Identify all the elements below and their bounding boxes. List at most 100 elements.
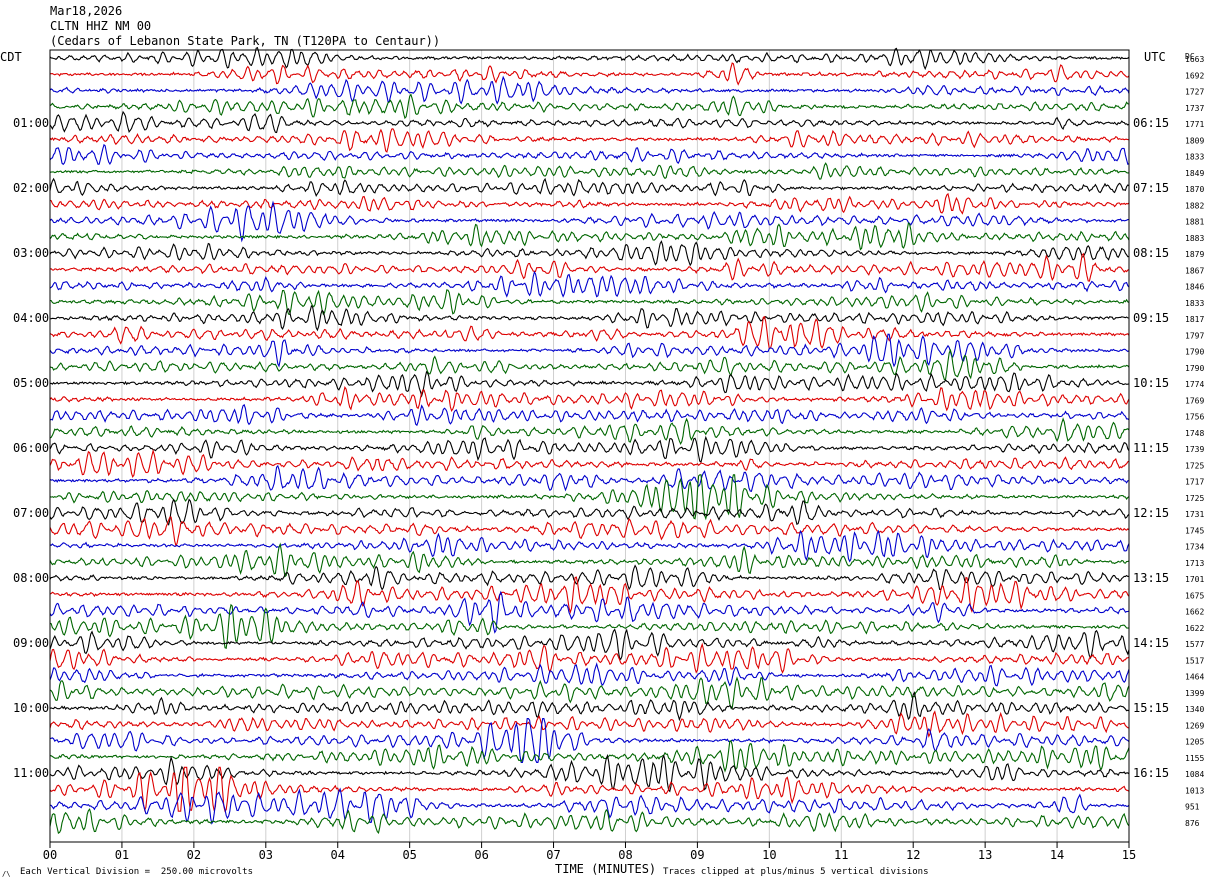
left-hour-label: 03:00	[13, 246, 49, 260]
x-tick-label: 11	[834, 848, 848, 862]
dc-offset-label: 1849	[1185, 169, 1204, 178]
dc-offset-label: 1731	[1185, 510, 1204, 519]
dc-offset-label: 1790	[1185, 364, 1204, 373]
dc-offset-label: 1269	[1185, 721, 1204, 730]
trace-line	[49, 808, 1130, 835]
x-axis-title: TIME (MINUTES)	[555, 862, 657, 876]
x-tick-label: 14	[1050, 848, 1064, 862]
x-axis-ticks: 00 01 02 03 04 05 06 07 08 09 10 11 12 13 14 15	[43, 842, 1136, 862]
dc-offset-label: 1870	[1185, 185, 1204, 194]
trace-line	[49, 435, 1130, 463]
x-tick-label: 02	[187, 848, 201, 862]
trace-line	[49, 200, 1130, 243]
trace-line	[49, 448, 1130, 478]
helicorder-plot: 00 01 02 03 04 05 06 07 08 09 10 11 12 13 14 15 01:00 02…	[13, 46, 1204, 862]
right-hour-label: 14:15	[1133, 636, 1169, 650]
dc-offset-label: 1833	[1185, 153, 1204, 162]
x-tick-label: 12	[906, 848, 920, 862]
dc-offset-label: 1748	[1185, 429, 1204, 438]
footer-mark: /\	[2, 870, 11, 878]
dc-offset-label: 1790	[1185, 348, 1204, 357]
trace-line	[49, 710, 1130, 738]
dc-offset-label: 1517	[1185, 656, 1204, 665]
trace-line	[49, 240, 1130, 267]
dc-offset-label: 1867	[1185, 266, 1204, 275]
x-tick-label: 13	[978, 848, 992, 862]
trace-line	[49, 348, 1130, 381]
dc-offset-label: 1713	[1185, 559, 1204, 568]
left-hour-label: 02:00	[13, 181, 49, 195]
dc-offset-label: 1155	[1185, 754, 1204, 763]
x-tick-label: 10	[762, 848, 776, 862]
dc-offset-label: 1771	[1185, 120, 1204, 129]
trace-line	[49, 498, 1130, 526]
right-hour-label: 15:15	[1133, 701, 1169, 715]
right-hour-label: 07:15	[1133, 181, 1169, 195]
trace-line	[49, 128, 1130, 153]
dc-offset-label: 1013	[1185, 786, 1204, 795]
left-hour-label: 01:00	[13, 116, 49, 130]
left-hour-label: 08:00	[13, 571, 49, 585]
dc-offset-label: 1725	[1185, 494, 1204, 503]
trace-line	[49, 270, 1130, 298]
trace-line	[49, 403, 1130, 427]
right-hour-label: 11:15	[1133, 441, 1169, 455]
trace-line	[49, 676, 1130, 709]
trace-line	[49, 385, 1130, 413]
trace-line	[49, 75, 1130, 105]
trace-line	[49, 110, 1130, 134]
trace-line	[49, 162, 1129, 180]
dc-column-label: DC	[1185, 52, 1195, 61]
dc-offset-label: 1622	[1185, 624, 1204, 633]
right-hour-label: 16:15	[1133, 766, 1169, 780]
dc-offset-label: 1675	[1185, 591, 1204, 600]
right-hour-label: 13:15	[1133, 571, 1169, 585]
x-tick-label: 07	[546, 848, 560, 862]
trace-line	[49, 542, 1130, 578]
dc-offset-label: 951	[1185, 803, 1200, 812]
dc-offset-label: 1756	[1185, 413, 1204, 422]
x-tick-label: 04	[331, 848, 345, 862]
clip-note: Traces clipped at plus/minus 5 vertical …	[663, 867, 929, 877]
dc-offset-label: 1833	[1185, 299, 1204, 308]
trace-line	[49, 46, 1130, 71]
seismic-traces	[49, 46, 1130, 835]
trace-line	[49, 516, 1130, 548]
dc-offset-label: 1205	[1185, 738, 1204, 747]
dc-offset-label: 1577	[1185, 640, 1204, 649]
left-hour-labels: 01:00 02:00 03:00 04:00 05:00 06:00 07:00 08:00…	[13, 116, 49, 780]
dc-offset-label: 1846	[1185, 283, 1204, 292]
trace-line	[49, 289, 1130, 316]
dc-offset-label: 1701	[1185, 575, 1204, 584]
x-tick-label: 06	[474, 848, 488, 862]
right-hour-label: 06:15	[1133, 116, 1169, 130]
x-tick-label: 15	[1122, 848, 1136, 862]
x-tick-label: 05	[402, 848, 416, 862]
dc-offset-label: 1692	[1185, 71, 1204, 80]
trace-line	[49, 740, 1130, 773]
right-hour-labels: 06:15 07:15 08:15 09:15 10:15 11:15 12:15 13:15…	[1133, 116, 1169, 780]
scale-note: Each Vertical Division = 250.00 microvol…	[20, 867, 253, 877]
dc-offset-label: 1769	[1185, 396, 1204, 405]
trace-line	[49, 464, 1130, 492]
trace-line	[49, 642, 1130, 674]
trace-line	[49, 590, 1130, 634]
left-hour-label: 10:00	[13, 701, 49, 715]
dc-offset-label: 1084	[1185, 770, 1204, 779]
dc-offset-label: 1734	[1185, 543, 1204, 552]
x-tick-label: 03	[259, 848, 273, 862]
dc-offset-label: 1883	[1185, 234, 1204, 243]
x-tick-label: 01	[115, 848, 129, 862]
trace-line	[49, 252, 1130, 282]
x-tick-label: 09	[690, 848, 704, 862]
right-hour-label: 10:15	[1133, 376, 1169, 390]
dc-offset-label: 1879	[1185, 250, 1204, 259]
dc-offset-label: 1717	[1185, 478, 1204, 487]
dc-offset-label: 1809	[1185, 136, 1204, 145]
left-hour-label: 09:00	[13, 636, 49, 650]
left-hour-label: 11:00	[13, 766, 49, 780]
dc-offset-label: 1340	[1185, 705, 1204, 714]
dc-offset-label: 1739	[1185, 445, 1204, 454]
dc-offset-label: 1797	[1185, 331, 1204, 340]
dc-offset-label: 1881	[1185, 218, 1204, 227]
